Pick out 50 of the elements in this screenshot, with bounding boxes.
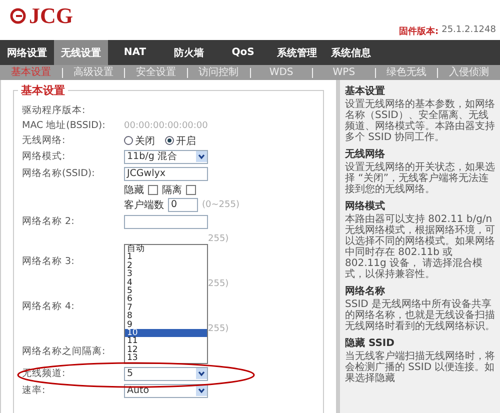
radio-option[interactable]: 关闭 bbox=[124, 134, 155, 148]
nav-tab[interactable]: 系统管理 bbox=[270, 40, 324, 65]
checkbox-label: 隐藏 bbox=[124, 184, 144, 196]
help-text: 设置无线网络的开关状态，如果选择 “关闭”，无线客户端将无法连接到您的无线网络。 bbox=[345, 162, 496, 195]
range-hint: 255) bbox=[208, 234, 229, 244]
logo-icon bbox=[10, 8, 26, 24]
nav-tab[interactable]: QoS bbox=[216, 40, 270, 65]
dropdown-caret-icon bbox=[196, 368, 207, 379]
nav-tab[interactable]: NAT bbox=[108, 40, 162, 65]
radio-option[interactable]: 开启 bbox=[165, 134, 196, 148]
firmware-version: 25.1.2.1248 bbox=[442, 25, 496, 37]
dropdown-select[interactable]: 11b/g 混合 bbox=[124, 150, 208, 164]
help-text: 当无线客户端扫描无线网络时，将会检测广播的 SSID 以便连接。如果选择隐藏 bbox=[345, 351, 496, 384]
mac-address-value: 00:00:00:00:00:00 bbox=[124, 120, 208, 130]
field-label: 速率: bbox=[22, 384, 46, 397]
field-label: 客户端数 bbox=[124, 198, 164, 212]
field-label: 网络名称(SSID): bbox=[22, 167, 96, 180]
nav-tab[interactable]: 网络设置 bbox=[0, 40, 54, 65]
field-label: 驱动程序版本: bbox=[22, 104, 86, 117]
help-title: 隐藏 SSID bbox=[345, 336, 396, 350]
field-label: 网络名称 4: bbox=[22, 300, 76, 313]
help-text: 设置无线网络的基本参数，如网络名称（SSID）、安全隔离、无线频道、网络模式等。本路由器支持多个 SSID 协同工作。 bbox=[345, 99, 496, 143]
field-label: 网络模式: bbox=[22, 150, 66, 163]
firmware-label: 固件版本: bbox=[398, 25, 439, 38]
text-input[interactable] bbox=[124, 214, 208, 228]
client-count-input[interactable]: 0 bbox=[168, 198, 198, 212]
range-hint: (0~255) bbox=[202, 200, 240, 210]
field-label: 网络名称 3: bbox=[22, 255, 76, 268]
dropdown-caret-icon bbox=[196, 151, 207, 162]
checkbox[interactable] bbox=[148, 184, 158, 194]
checkbox[interactable] bbox=[186, 184, 196, 194]
section-title: 基本设置 bbox=[18, 83, 68, 98]
help-title: 无线网络 bbox=[345, 148, 386, 161]
field-label: MAC 地址(BSSID): bbox=[22, 119, 106, 132]
help-text: 本路由器可以支持 802.11 b/g/n 无线网络模式，根据网络环境，可以选择不同的网络模式。如果网络中同时存在 802.11b 或 802.11g 设备， 请选择混合模式，以保持兼容性。 bbox=[345, 214, 496, 280]
range-hint: 255) bbox=[208, 324, 229, 334]
dropdown-caret-icon bbox=[196, 385, 207, 396]
nav-tab[interactable]: 系统信息 bbox=[324, 40, 378, 65]
help-title: 网络名称 bbox=[345, 284, 386, 298]
help-text: SSID 是无线网络中所有设备共享的网络名称，也就是无线设备扫描无线网络时看到的无线网络标识。 bbox=[345, 299, 496, 332]
text-input[interactable]: JCGwlyx bbox=[124, 166, 208, 180]
logo-text: JCG bbox=[29, 3, 73, 29]
help-title: 网络模式 bbox=[345, 200, 386, 213]
help-title: 基本设置 bbox=[345, 84, 386, 98]
field-label: 网络名称 2: bbox=[22, 215, 76, 228]
range-hint: 255) bbox=[208, 279, 229, 289]
nav-tab[interactable]: 防火墙 bbox=[162, 40, 216, 65]
checkbox-label: 隔离 bbox=[162, 184, 182, 196]
field-label: 无线网络: bbox=[22, 134, 66, 147]
field-label: 网络名称之间隔离: bbox=[22, 345, 106, 358]
